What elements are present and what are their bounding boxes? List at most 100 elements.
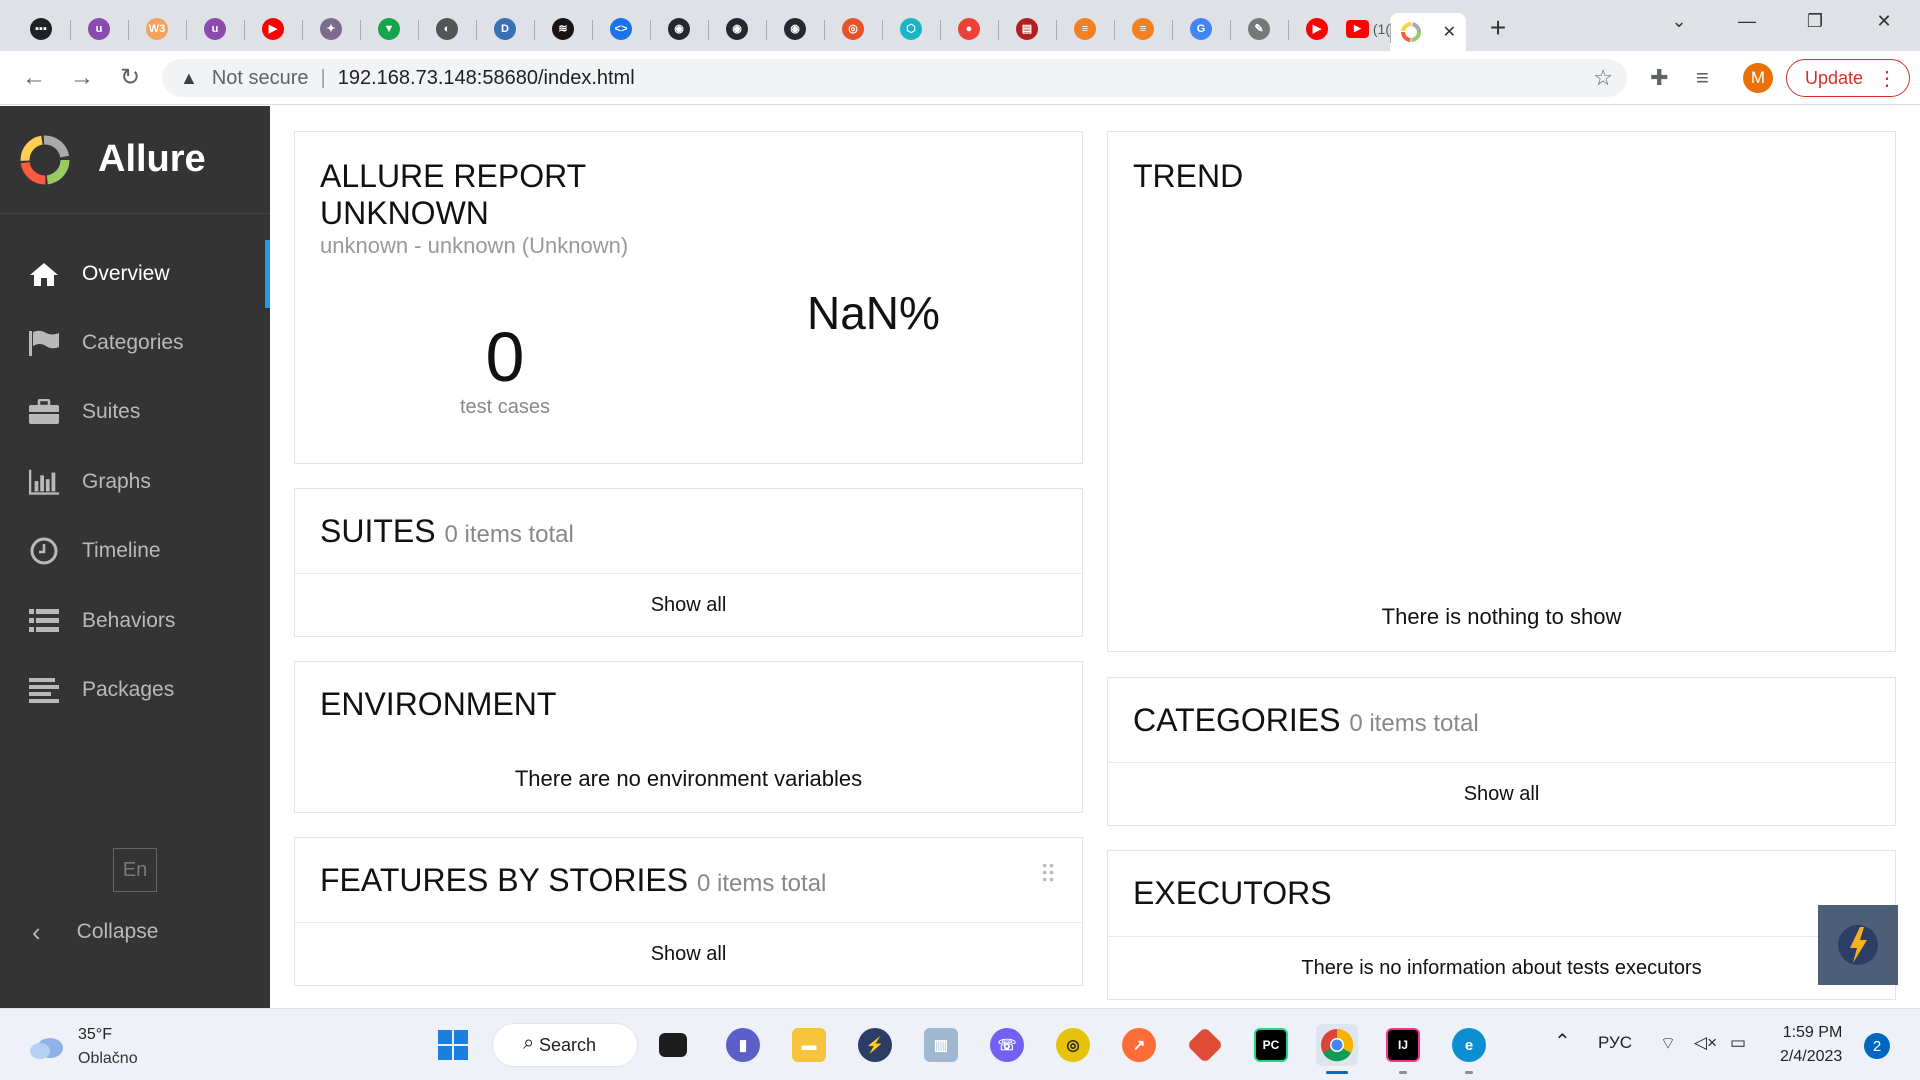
features-show-all-button[interactable]: Show all (295, 922, 1082, 986)
tray-chevron-up-icon[interactable]: ⌃ (1554, 1029, 1571, 1054)
browser-tab[interactable]: u (186, 10, 244, 48)
address-bar[interactable]: ▲ Not secure | 192.168.73.148:58680/inde… (162, 59, 1627, 97)
more-menu-icon[interactable]: ⋮ (1877, 66, 1897, 91)
security-label[interactable]: Not secure (212, 67, 309, 90)
warning-icon[interactable]: ▲ (180, 68, 198, 89)
extensions-icon[interactable]: ✚ (1650, 65, 1668, 91)
restore-icon[interactable]: ❐ (1786, 0, 1844, 42)
browser-tab[interactable]: ≡ (1056, 10, 1114, 48)
sidebar-item-behaviors[interactable]: Behaviors (0, 587, 270, 655)
file-explorer-icon[interactable]: ▬ (788, 1024, 830, 1066)
database-app-icon[interactable]: ▥ (920, 1024, 962, 1066)
browser-tab[interactable]: ⬡ (882, 10, 940, 48)
tab-active-allure[interactable]: ✕ (1390, 13, 1466, 51)
close-window-icon[interactable]: ✕ (1855, 0, 1913, 42)
windows-taskbar: 35°F Oblačno ⌕ Search ▮ ▬ ⚡ ▥ ☏ ◎ ↗ PC I… (0, 1008, 1920, 1080)
sidebar-item-suites[interactable]: Suites (0, 378, 270, 446)
sidebar-item-graphs[interactable]: Graphs (0, 448, 270, 516)
battery-icon[interactable]: ▭ (1730, 1033, 1746, 1053)
browser-tab[interactable]: u (70, 10, 128, 48)
browser-tab[interactable]: ◐ (418, 10, 476, 48)
minimize-icon[interactable]: — (1718, 0, 1776, 42)
suites-title-text: SUITES (320, 513, 436, 549)
edge-running-indicator (1465, 1071, 1473, 1074)
profile-avatar[interactable]: M (1743, 63, 1773, 93)
d-favicon-icon: D (494, 17, 516, 40)
suites-show-all-button[interactable]: Show all (295, 573, 1082, 637)
postman-icon[interactable]: ↗ (1118, 1024, 1160, 1066)
browser-tab[interactable]: ▪▪▪ (12, 10, 70, 48)
weather-widget[interactable]: 35°F Oblačno (28, 1023, 138, 1071)
sidebar-item-timeline[interactable]: Timeline (0, 517, 270, 585)
github-favicon-icon: ◉ (784, 17, 806, 40)
browser-tab[interactable]: ▶ (244, 10, 302, 48)
browser-tab[interactable]: ✦ (302, 10, 360, 48)
browser-tab[interactable]: ✎ (1230, 10, 1288, 48)
sidebar-item-label: Categories (82, 331, 184, 354)
browser-tab[interactable]: <> (592, 10, 650, 48)
browser-toolbar: ← → ↻ ▲ Not secure | 192.168.73.148:5868… (0, 51, 1920, 105)
volume-muted-icon[interactable]: ◁× (1694, 1033, 1717, 1053)
reload-icon[interactable]: ↻ (110, 58, 150, 98)
chrome-running-indicator (1326, 1071, 1348, 1074)
test-count[interactable]: 0 (440, 317, 570, 397)
taskbar-search[interactable]: ⌕ Search (492, 1023, 638, 1067)
browser-tab[interactable]: ◉ (766, 10, 824, 48)
edge-icon[interactable]: e (1448, 1024, 1490, 1066)
bolt-app-icon[interactable]: ⚡ (854, 1024, 896, 1066)
search-icon: ⌕ (523, 1032, 535, 1054)
radar-app-icon[interactable]: ◎ (1052, 1024, 1094, 1066)
git-app-icon[interactable] (1184, 1024, 1226, 1066)
pin-favicon-icon: ● (958, 17, 980, 40)
executors-message: There is no information about tests exec… (1108, 936, 1895, 1000)
browser-tab[interactable]: ▼ (360, 10, 418, 48)
chat-icon[interactable]: ▮ (722, 1024, 764, 1066)
bookmark-star-icon[interactable]: ☆ (1593, 65, 1613, 91)
floating-app-icon[interactable] (1818, 905, 1898, 985)
sidebar-item-overview[interactable]: Overview (0, 240, 270, 308)
browser-tab[interactable]: ≡ (1114, 10, 1172, 48)
viber-icon[interactable]: ☏ (986, 1024, 1028, 1066)
success-percent: NaN% (807, 287, 940, 339)
browser-tab[interactable]: D (476, 10, 534, 48)
stackoverflow-favicon-icon: ≡ (1074, 17, 1096, 40)
categories-show-all-button[interactable]: Show all (1108, 762, 1895, 826)
browser-tab[interactable]: ◎ (824, 10, 882, 48)
new-tab-button[interactable]: + (1478, 8, 1518, 48)
browser-tab[interactable]: ▶ (1288, 10, 1346, 48)
report-title-line1: ALLURE REPORT (320, 158, 587, 194)
browser-tab[interactable]: W3 (128, 10, 186, 48)
features-widget: FEATURES BY STORIES 0 items total •• •• ••… (294, 837, 1083, 986)
sidebar-item-categories[interactable]: Categories (0, 309, 270, 377)
browser-tab[interactable]: ▤ (998, 10, 1056, 48)
language-switch[interactable]: En (113, 848, 157, 892)
brand[interactable]: Allure (0, 106, 270, 214)
back-icon[interactable]: ← (14, 58, 54, 98)
update-button[interactable]: Update ⋮ (1786, 59, 1910, 97)
browser-tab[interactable]: ◉ (708, 10, 766, 48)
browser-tab[interactable]: ≋ (534, 10, 592, 48)
collapse-button[interactable]: ‹ Collapse (0, 902, 270, 962)
tab-search-icon[interactable]: ⌄ (1650, 0, 1708, 42)
book-favicon-icon: ▤ (1016, 17, 1038, 40)
intellij-icon[interactable]: IJ (1382, 1024, 1424, 1066)
wifi-icon[interactable]: ⌔ (1660, 1033, 1676, 1054)
pycharm-icon[interactable]: PC (1250, 1024, 1292, 1066)
media-queue-icon[interactable]: ≡ (1696, 65, 1709, 91)
system-clock[interactable]: 1:59 PM 2/4/2023 (1780, 1021, 1842, 1069)
start-button[interactable] (432, 1024, 474, 1066)
browser-tab[interactable]: ● (940, 10, 998, 48)
browser-tab[interactable]: ◉ (650, 10, 708, 48)
chrome-icon[interactable] (1316, 1024, 1358, 1066)
notification-badge[interactable]: 2 (1864, 1033, 1890, 1059)
input-language[interactable]: РУС (1598, 1033, 1632, 1053)
tab-partial[interactable]: ▶ (1( (1346, 10, 1390, 48)
forward-icon[interactable]: → (62, 58, 102, 98)
sidebar-item-packages[interactable]: Packages (0, 656, 270, 724)
clock-icon (28, 537, 60, 565)
drag-handle-icon[interactable]: •• •• •• (1042, 858, 1056, 886)
url-text[interactable]: 192.168.73.148:58680/index.html (338, 67, 635, 90)
tab-close-icon[interactable]: ✕ (1443, 22, 1456, 42)
browser-tab[interactable]: G (1172, 10, 1230, 48)
task-view-icon[interactable] (652, 1024, 694, 1066)
